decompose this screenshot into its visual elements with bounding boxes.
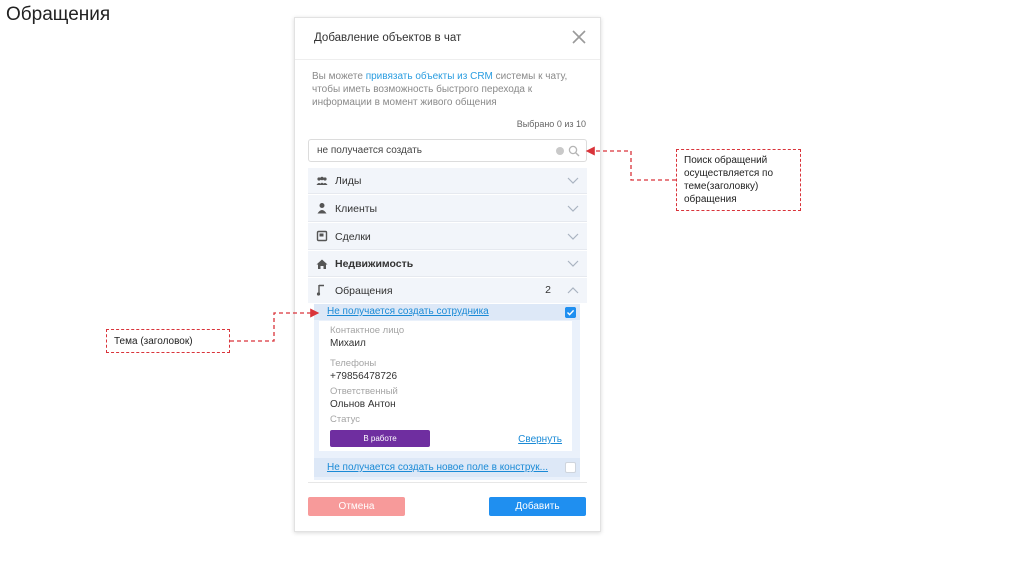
annotation-arrows <box>230 146 676 342</box>
callout-title: Тема (заголовок) <box>106 329 230 353</box>
arrow-search <box>585 146 676 181</box>
arrow-title <box>230 308 320 342</box>
callout-search: Поиск обращений осуществляется по теме(з… <box>676 149 801 211</box>
